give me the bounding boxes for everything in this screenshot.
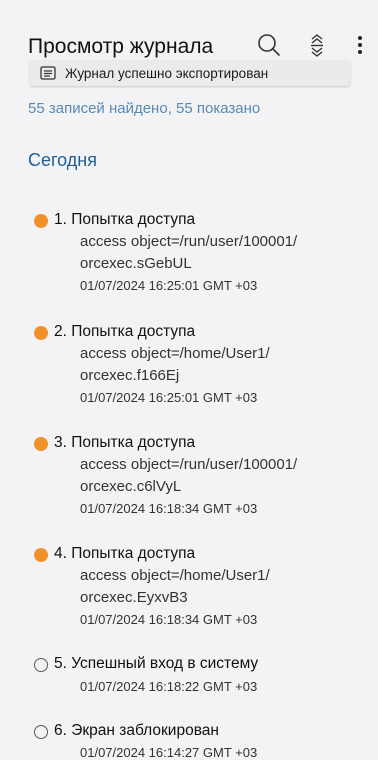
warning-status-dot <box>34 548 48 562</box>
more-vert-icon[interactable] <box>350 30 370 60</box>
entry-timestamp: 01/07/2024 16:18:34 GMT +03 <box>80 612 258 627</box>
entry-title: 6. Экран заблокирован <box>54 722 219 739</box>
entry-detail: access object=/run/user/100001/ orcexec.… <box>80 233 298 272</box>
entry-timestamp: 01/07/2024 16:25:01 GMT +03 <box>80 390 258 405</box>
results-summary: 55 записей найдено, 55 показано <box>28 100 261 117</box>
document-icon <box>40 66 56 80</box>
entry-detail: access object=/run/user/100001/ orcexec.… <box>80 456 298 495</box>
entry-title: 2. Попытка доступа <box>54 323 196 340</box>
entry-title: 4. Попытка доступа <box>54 545 196 562</box>
entry-timestamp: 01/07/2024 16:18:22 GMT +03 <box>80 679 258 694</box>
entry-detail: access object=/home/User1/ orcexec.EyxvB… <box>80 567 270 606</box>
entry-timestamp: 01/07/2024 16:25:01 GMT +03 <box>80 278 258 293</box>
export-toast: Журнал успешно экспортирован <box>30 60 350 86</box>
entry-timestamp: 01/07/2024 16:14:27 GMT +03 <box>80 745 258 760</box>
entry-timestamp: 01/07/2024 16:18:34 GMT +03 <box>80 501 258 516</box>
entry-title: 3. Попытка доступа <box>54 434 196 451</box>
info-status-dot <box>34 725 48 739</box>
info-status-dot <box>34 658 48 672</box>
entry-detail: access object=/home/User1/ orcexec.f166E… <box>80 345 270 384</box>
warning-status-dot <box>34 214 48 228</box>
search-icon[interactable] <box>254 30 284 60</box>
entry-title: 1. Попытка доступа <box>54 211 196 228</box>
section-header-today: Сегодня <box>28 150 97 170</box>
page-title: Просмотр журнала <box>28 35 214 58</box>
toast-message: Журнал успешно экспортирован <box>65 65 269 81</box>
collapse-all-icon[interactable] <box>302 30 332 60</box>
warning-status-dot <box>34 326 48 340</box>
warning-status-dot <box>34 437 48 451</box>
entry-title: 5. Успешный вход в систему <box>54 655 259 672</box>
log-viewer-screen: Просмотр журнала Журнал успешно экспорти… <box>0 0 378 760</box>
